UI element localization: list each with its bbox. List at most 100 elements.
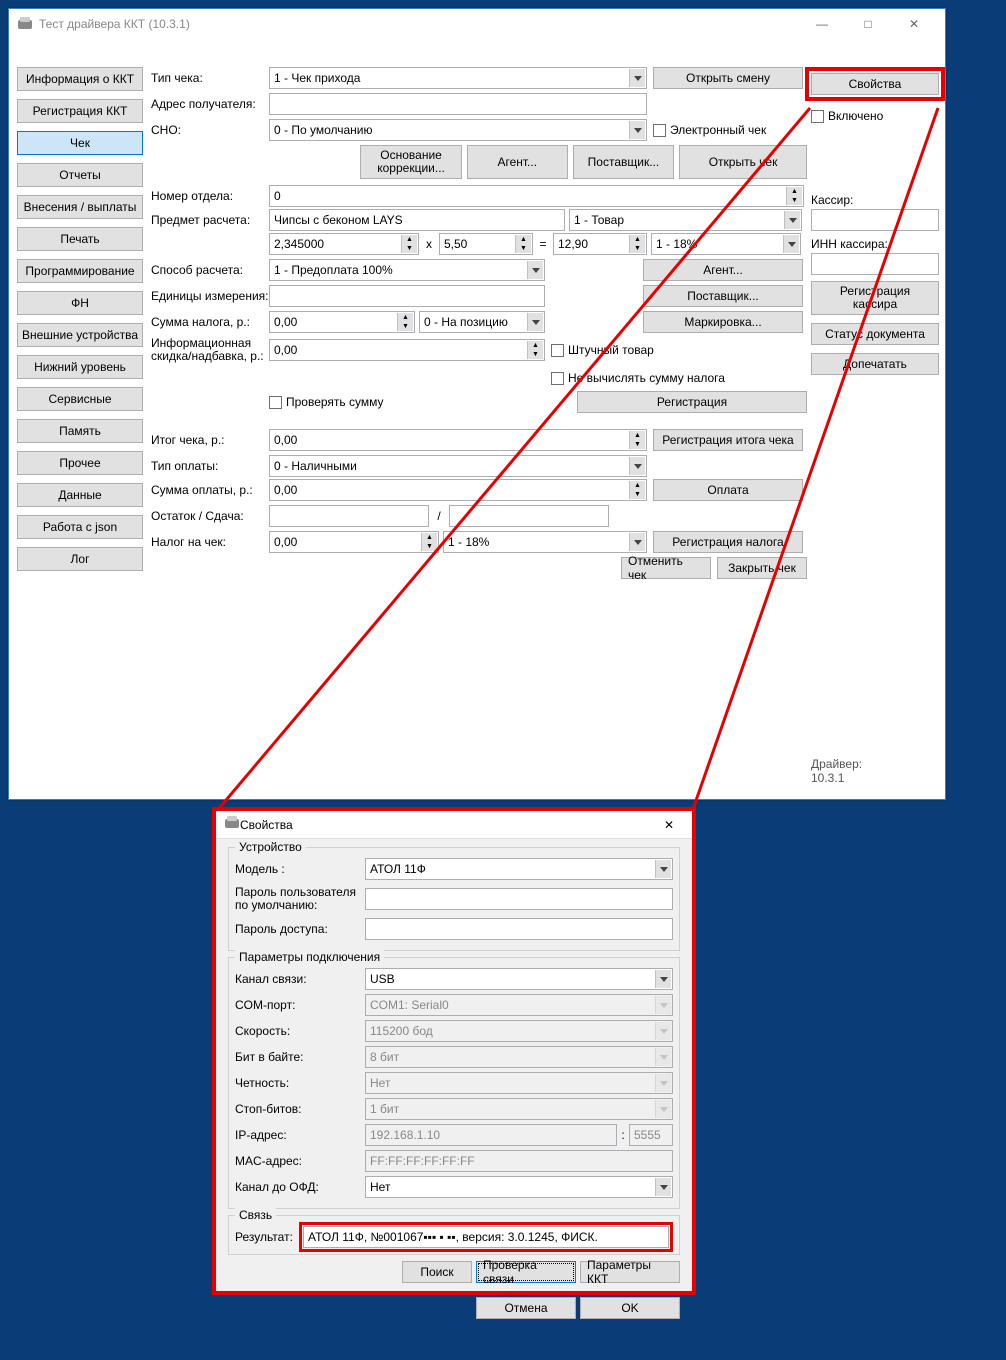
connection-group: Параметры подключения Канал связи: USB C… — [228, 957, 680, 1209]
access-pwd-input[interactable] — [365, 918, 673, 940]
check-sum-checkbox[interactable] — [269, 396, 282, 409]
tab-регистрация-ккт[interactable]: Регистрация ККТ — [17, 99, 143, 123]
dropdown-icon — [655, 1022, 671, 1040]
model-combo[interactable]: АТОЛ 11Ф — [365, 858, 673, 880]
close-check-button[interactable]: Закрыть чек — [717, 557, 807, 579]
left-tabs: Информация о ККТ Регистрация ККТ Чек Отчеты… — [17, 67, 143, 579]
tab-отчеты[interactable]: Отчеты — [17, 163, 143, 187]
tab-печать[interactable]: Печать — [17, 227, 143, 251]
price-spinner[interactable]: 5,50▲▼ — [439, 233, 533, 255]
close-button[interactable]: ✕ — [891, 9, 937, 39]
slash-label: / — [429, 509, 449, 523]
app-icon — [17, 16, 33, 32]
change-left-input[interactable] — [269, 505, 429, 527]
electronic-check-checkbox[interactable] — [653, 124, 666, 137]
reprint-button[interactable]: Допечатать — [811, 353, 939, 375]
tax-mode-combo[interactable]: 0 - На позицию — [419, 311, 545, 333]
channel-label: Канал связи: — [235, 972, 365, 986]
cashier-inn-input[interactable] — [811, 253, 939, 275]
check-type-label: Тип чека: — [151, 71, 269, 85]
info-discount-spinner[interactable]: 0,00▲▼ — [269, 339, 545, 361]
open-check-button[interactable]: Открыть чек — [679, 145, 807, 179]
no-tax-calc-label: Не вычислять сумму налога — [568, 371, 725, 385]
spinner-icon: ▲▼ — [421, 533, 437, 551]
com-label: COM-порт: — [235, 998, 365, 1012]
tab-чек[interactable]: Чек — [17, 131, 143, 155]
sno-combo[interactable]: 0 - По умолчанию — [269, 119, 647, 141]
pay-sum-label: Сумма оплаты, р.: — [151, 483, 269, 497]
qty-spinner[interactable]: 2,345000▲▼ — [269, 233, 419, 255]
total-spinner[interactable]: 0,00▲▼ — [269, 429, 647, 451]
cashier-input[interactable] — [811, 209, 939, 231]
item-name-input[interactable]: Чипсы с беконом LAYS — [269, 209, 565, 231]
pay-sum-spinner[interactable]: 0,00▲▼ — [269, 479, 647, 501]
maximize-button[interactable]: □ — [845, 9, 891, 39]
tab-сервисные[interactable]: Сервисные — [17, 387, 143, 411]
cancel-button[interactable]: Отмена — [476, 1297, 576, 1319]
supplier2-button[interactable]: Поставщик... — [643, 285, 803, 307]
pay-method-combo[interactable]: 1 - Предоплата 100% — [269, 259, 545, 281]
check-link-button[interactable]: Проверка связи — [476, 1261, 576, 1283]
pay-type-combo[interactable]: 0 - Наличными — [269, 455, 647, 477]
enabled-checkbox[interactable] — [811, 110, 824, 123]
change-right-input[interactable] — [449, 505, 609, 527]
cancel-check-button[interactable]: Отменить чек — [621, 557, 711, 579]
window-title: Тест драйвера ККТ (10.3.1) — [39, 17, 190, 31]
user-pwd-input[interactable] — [365, 888, 673, 910]
check-type-combo[interactable]: 1 - Чек прихода — [269, 67, 647, 89]
driver-version: 10.3.1 — [811, 771, 939, 785]
parity-label: Четность: — [235, 1076, 365, 1090]
reg-tax-button[interactable]: Регистрация налога — [653, 531, 803, 553]
dept-spinner[interactable]: 0▲▼ — [269, 185, 804, 207]
tab-данные[interactable]: Данные — [17, 483, 143, 507]
search-button[interactable]: Поиск — [402, 1261, 472, 1283]
payment-button[interactable]: Оплата — [653, 479, 803, 501]
tax-combo[interactable]: 1 - 18% — [651, 233, 801, 255]
tab-работа-с-json[interactable]: Работа с json — [17, 515, 143, 539]
tax-sum-spinner[interactable]: 0,00▲▼ — [269, 311, 415, 333]
item-type-combo[interactable]: 1 - Товар — [569, 209, 802, 231]
unit-input[interactable] — [269, 285, 545, 307]
check-tax-spinner[interactable]: 0,00▲▼ — [269, 531, 439, 553]
user-pwd-label: Пароль пользователя по умолчанию: — [235, 886, 365, 912]
kkt-params-button[interactable]: Параметры ККТ — [580, 1261, 680, 1283]
tab-нижний-уровень[interactable]: Нижний уровень — [17, 355, 143, 379]
tab-фн[interactable]: ФН — [17, 291, 143, 315]
spinner-icon: ▲▼ — [397, 313, 413, 331]
dropdown-icon — [655, 970, 671, 988]
tab-внесения-выплаты[interactable]: Внесения / выплаты — [17, 195, 143, 219]
driver-label: Драйвер: — [811, 757, 939, 771]
registration-button[interactable]: Регистрация — [577, 391, 807, 413]
ok-button[interactable]: OK — [580, 1297, 680, 1319]
correction-basis-button[interactable]: Основаниекоррекции... — [360, 145, 461, 179]
marking-button[interactable]: Маркировка... — [643, 311, 803, 333]
channel-combo[interactable]: USB — [365, 968, 673, 990]
tab-память[interactable]: Память — [17, 419, 143, 443]
agent2-button[interactable]: Агент... — [643, 259, 803, 281]
no-tax-calc-checkbox[interactable] — [551, 372, 564, 385]
doc-status-button[interactable]: Статус документа — [811, 323, 939, 345]
mac-input: FF:FF:FF:FF:FF:FF — [365, 1150, 673, 1172]
dialog-close-button[interactable]: ✕ — [654, 818, 684, 832]
reg-total-button[interactable]: Регистрация итога чека — [653, 429, 803, 451]
check-tax-rate-combo[interactable]: 1 - 18% — [443, 531, 647, 553]
result-input[interactable]: АТОЛ 11Ф, №001067▪▪▪ ▪ ▪▪, версия: 3.0.1… — [303, 1226, 669, 1248]
device-group: Устройство Модель : АТОЛ 11Ф Пароль поль… — [228, 847, 680, 951]
piece-goods-checkbox[interactable] — [551, 344, 564, 357]
properties-button[interactable]: Свойства — [811, 73, 939, 95]
sum-spinner[interactable]: 12,90▲▼ — [553, 233, 647, 255]
tab-прочее[interactable]: Прочее — [17, 451, 143, 475]
minimize-button[interactable]: — — [799, 9, 845, 39]
tab-внешние-устройства[interactable]: Внешние устройства — [17, 323, 143, 347]
reg-cashier-button[interactable]: Регистрациякассира — [811, 281, 939, 315]
tab-лог[interactable]: Лог — [17, 547, 143, 571]
tab-информация-о-ккт[interactable]: Информация о ККТ — [17, 67, 143, 91]
tab-программирование[interactable]: Программирование — [17, 259, 143, 283]
dropdown-icon — [655, 1100, 671, 1118]
supplier-button[interactable]: Поставщик... — [573, 145, 674, 179]
main-window: Тест драйвера ККТ (10.3.1) — □ ✕ Информа… — [8, 8, 946, 800]
recipient-input[interactable] — [269, 93, 647, 115]
ofd-combo[interactable]: Нет — [365, 1176, 673, 1198]
open-shift-button[interactable]: Открыть смену — [653, 67, 803, 89]
agent-button[interactable]: Агент... — [467, 145, 568, 179]
